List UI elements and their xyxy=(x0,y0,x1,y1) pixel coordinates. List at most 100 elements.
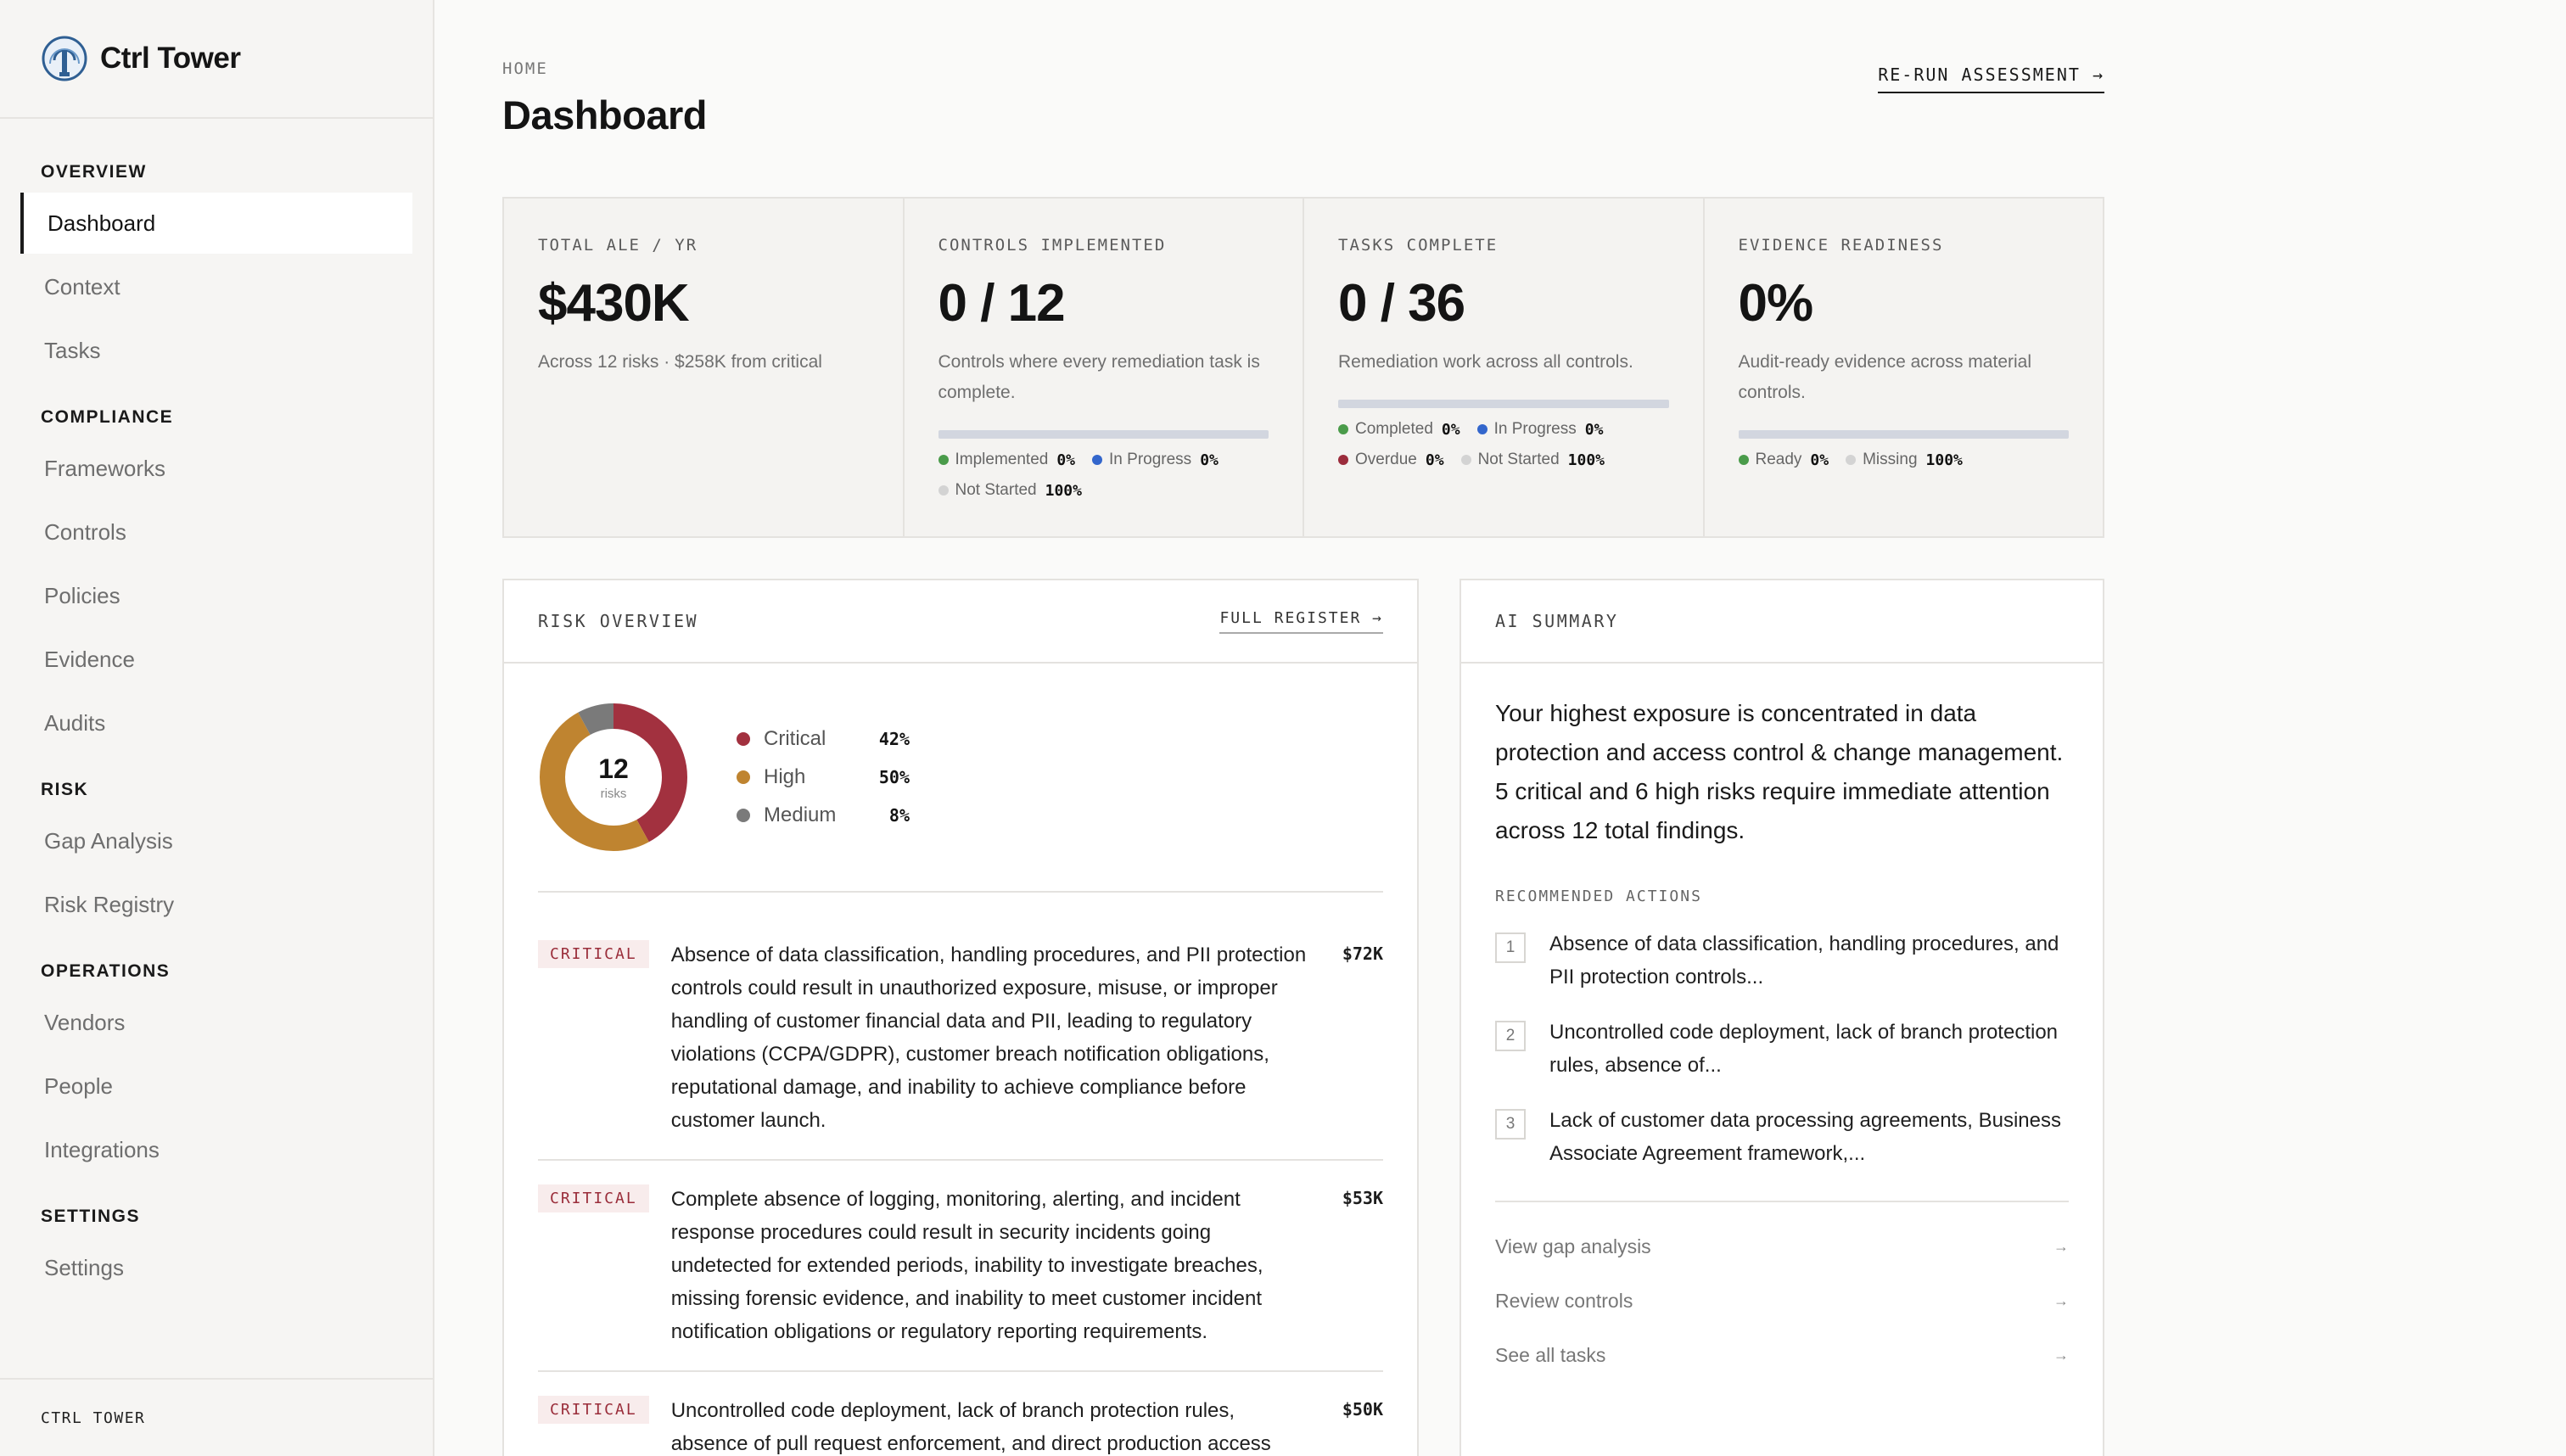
view-gap-analysis-link[interactable]: View gap analysis → xyxy=(1495,1219,2069,1274)
progress-bar xyxy=(938,430,1269,439)
status-dot xyxy=(1846,455,1857,465)
legend-value: 0% xyxy=(1056,451,1076,469)
sidebar-item-integrations[interactable]: Integrations xyxy=(0,1119,433,1180)
legend-label: Not Started xyxy=(1477,451,1560,468)
link-label: See all tasks xyxy=(1495,1343,1606,1366)
sidebar-nav: OVERVIEW Dashboard Context Tasks COMPLIA… xyxy=(0,119,433,1298)
risk-row[interactable]: CRITICAL Complete absence of logging, mo… xyxy=(538,1161,1383,1372)
action-text: Lack of customer data processing agreeme… xyxy=(1549,1109,2061,1165)
card-header: RISK OVERVIEW FULL REGISTER → xyxy=(504,580,1417,664)
brand[interactable]: Ctrl Tower xyxy=(0,0,433,119)
action-number: 3 xyxy=(1495,1109,1526,1140)
donut-legend-medium: Medium 8% xyxy=(737,797,910,835)
risk-description: Absence of data classification, handling… xyxy=(670,944,1307,1132)
card-title: RISK OVERVIEW xyxy=(538,611,699,631)
stat-description: Remediation work across all controls. xyxy=(1338,352,1633,372)
stat-description: Across 12 risks · $258K from critical xyxy=(538,352,822,372)
recommended-action[interactable]: 2 Uncontrolled code deployment, lack of … xyxy=(1495,1016,2069,1082)
legend-not-started: Not Started 100% xyxy=(938,481,1082,500)
risk-description: Complete absence of logging, monitoring,… xyxy=(670,1188,1263,1343)
stat-value: $430K xyxy=(538,274,690,333)
sidebar: Ctrl Tower OVERVIEW Dashboard Context Ta… xyxy=(0,0,434,1456)
stats-row: TOTAL ALE / YR $430K Across 12 risks · $… xyxy=(502,197,2104,538)
action-number: 1 xyxy=(1495,932,1526,963)
status-dot xyxy=(1460,455,1471,465)
status-dot xyxy=(1476,424,1487,434)
nav-section-settings: SETTINGS Settings xyxy=(0,1199,433,1298)
sidebar-item-gap-analysis[interactable]: Gap Analysis xyxy=(0,810,433,871)
stat-evidence-readiness: EVIDENCE READINESS 0% Audit-ready eviden… xyxy=(1705,199,2104,536)
stat-label: TASKS COMPLETE xyxy=(1338,236,1499,255)
recommended-actions-heading: RECOMMENDED ACTIONS xyxy=(1495,888,1702,905)
stat-total-ale: TOTAL ALE / YR $430K Across 12 risks · $… xyxy=(504,199,905,536)
breadcrumb[interactable]: HOME xyxy=(502,59,548,78)
page-title: Dashboard xyxy=(502,92,708,137)
risk-overview-card: RISK OVERVIEW FULL REGISTER → 12 risks C… xyxy=(502,579,1419,1456)
arrow-right-icon: → xyxy=(2053,1237,2069,1255)
risk-amount: $72K xyxy=(1342,944,1383,964)
status-dot xyxy=(1092,455,1103,465)
risk-row[interactable]: CRITICAL Absence of data classification,… xyxy=(538,893,1383,1161)
status-dot xyxy=(938,485,949,496)
recommended-action[interactable]: 3 Lack of customer data processing agree… xyxy=(1495,1104,2069,1170)
ai-summary-text: Your highest exposure is concentrated in… xyxy=(1495,700,2064,843)
sidebar-item-frameworks[interactable]: Frameworks xyxy=(0,438,433,499)
legend-label: Medium xyxy=(764,804,837,826)
nav-section-risk: RISK Gap Analysis Risk Registry xyxy=(0,772,433,935)
status-legend: Ready 0% Missing 100% xyxy=(1738,451,2070,469)
stat-value: 0% xyxy=(1738,274,1814,333)
legend-label: Missing xyxy=(1863,451,1918,468)
legend-dot xyxy=(737,770,750,784)
legend-value: 0% xyxy=(1810,451,1829,469)
status-dot xyxy=(938,455,949,465)
sidebar-item-evidence[interactable]: Evidence xyxy=(0,629,433,690)
see-all-tasks-link[interactable]: See all tasks → xyxy=(1495,1328,2069,1382)
sidebar-item-policies[interactable]: Policies xyxy=(0,565,433,626)
risk-amount: $50K xyxy=(1342,1399,1383,1420)
legend-overdue: Overdue 0% xyxy=(1338,451,1444,469)
donut-legend-high: High 50% xyxy=(737,759,910,797)
stat-description: Audit-ready evidence across material con… xyxy=(1738,352,2032,402)
sidebar-item-people[interactable]: People xyxy=(0,1056,433,1117)
stat-tasks-complete: TASKS COMPLETE 0 / 36 Remediation work a… xyxy=(1304,199,1705,536)
sidebar-item-dashboard[interactable]: Dashboard xyxy=(20,193,412,254)
legend-value: 0% xyxy=(1200,451,1219,469)
stat-description: Controls where every remediation task is… xyxy=(938,352,1260,402)
sidebar-item-controls[interactable]: Controls xyxy=(0,501,433,563)
stat-label: TOTAL ALE / YR xyxy=(538,236,698,255)
sidebar-footer: CTRL TOWER xyxy=(0,1378,433,1456)
legend-label: Overdue xyxy=(1355,451,1417,468)
progress-bar xyxy=(1738,430,2069,439)
legend-missing: Missing 100% xyxy=(1846,451,1963,469)
action-text: Absence of data classification, handling… xyxy=(1549,932,2059,988)
rerun-assessment-button[interactable]: RE-RUN ASSESSMENT → xyxy=(1878,64,2104,93)
legend-label: Implemented xyxy=(955,451,1049,468)
review-controls-link[interactable]: Review controls → xyxy=(1495,1274,2069,1328)
sidebar-item-settings[interactable]: Settings xyxy=(0,1237,433,1298)
status-dot xyxy=(1338,424,1348,434)
stat-value: 0 / 36 xyxy=(1338,274,1465,333)
sidebar-item-audits[interactable]: Audits xyxy=(0,692,433,753)
ai-quick-links: View gap analysis → Review controls → See … xyxy=(1495,1202,2069,1382)
legend-in-progress: In Progress 0% xyxy=(1476,420,1604,439)
sidebar-item-risk-registry[interactable]: Risk Registry xyxy=(0,874,433,935)
nav-section-operations: OPERATIONS Vendors People Integrations xyxy=(0,954,433,1180)
legend-value: 42% xyxy=(878,729,910,749)
legend-value: 0% xyxy=(1441,420,1460,439)
legend-label: Ready xyxy=(1755,451,1802,468)
sidebar-item-context[interactable]: Context xyxy=(0,256,433,317)
risk-row[interactable]: CRITICAL Uncontrolled code deployment, l… xyxy=(538,1372,1383,1456)
full-register-link[interactable]: FULL REGISTER → xyxy=(1219,609,1383,634)
donut-legend: Critical 42% High 50% Medium 8% xyxy=(737,720,910,835)
legend-label: High xyxy=(764,765,806,788)
sidebar-item-tasks[interactable]: Tasks xyxy=(0,320,433,381)
legend-value: 0% xyxy=(1584,420,1604,439)
donut-center: 12 risks xyxy=(538,702,689,853)
sidebar-item-vendors[interactable]: Vendors xyxy=(0,992,433,1053)
legend-value: 100% xyxy=(1567,451,1605,469)
risk-distribution: 12 risks Critical 42% High 50% Medium 8% xyxy=(538,664,1383,893)
recommended-action[interactable]: 1 Absence of data classification, handli… xyxy=(1495,927,2069,994)
legend-not-started: Not Started 100% xyxy=(1460,451,1605,469)
legend-label: In Progress xyxy=(1493,420,1577,438)
ai-summary-card: AI SUMMARY Your highest exposure is conc… xyxy=(1459,579,2104,1456)
